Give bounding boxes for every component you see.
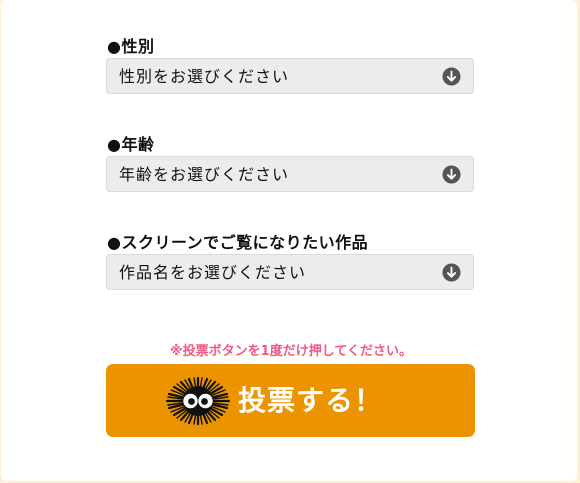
age-select[interactable]: 年齢をお選びください [106,156,474,192]
gender-select[interactable]: 性別をお選びください [106,58,474,94]
age-select-value: 年齢をお選びください [119,165,290,184]
age-label: ●年齢 [107,135,155,154]
soot-sprite-icon [165,377,231,425]
vote-notice: ※投票ボタンを1度だけ押してください。 [170,344,412,359]
arrow-down-circle-icon [442,263,461,282]
work-select-value: 作品名をお選びください [119,263,307,282]
vote-button[interactable]: 投票する！ [106,364,475,437]
gender-select-value: 性別をお選びください [119,67,290,86]
arrow-down-circle-icon [442,165,461,184]
gender-label: ●性別 [107,37,155,56]
vote-button-label: 投票する！ [238,384,384,417]
arrow-down-circle-icon [442,67,461,86]
work-label: ●スクリーンでご覧になりたい作品 [107,233,369,252]
work-select[interactable]: 作品名をお選びください [106,254,474,290]
vote-form-card: ●性別 性別をお選びください ●年齢 年齢をお選びください ●スクリーンでご覧に… [1,0,577,481]
